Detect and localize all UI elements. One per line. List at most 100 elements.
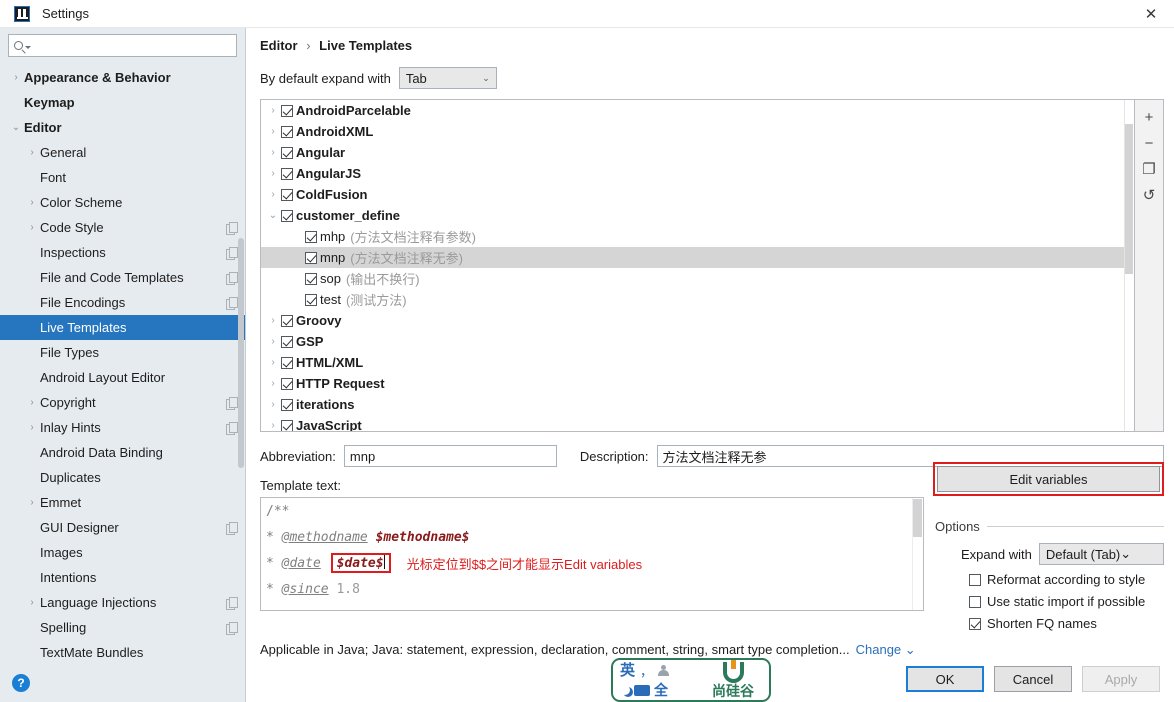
copy-settings-icon[interactable] [226, 272, 238, 285]
chevron-right-icon[interactable]: › [24, 597, 40, 608]
option-checkbox[interactable] [969, 573, 981, 586]
template-checkbox[interactable] [281, 209, 293, 222]
template-checkbox[interactable] [305, 293, 317, 306]
option-reformat-according-to-style[interactable]: Reformat according to style [935, 572, 1164, 587]
ime-mode-toggle[interactable]: 英 [620, 663, 635, 678]
cancel-button[interactable]: Cancel [994, 666, 1072, 692]
sidebar-item-code-style[interactable]: › Code Style [0, 215, 245, 240]
sidebar-item-appearance-behavior[interactable]: › Appearance & Behavior [0, 65, 245, 90]
sidebar-scrollbar[interactable] [238, 238, 244, 468]
template-checkbox[interactable] [281, 125, 293, 138]
sidebar-item-editor[interactable]: ⌄ Editor [0, 115, 245, 140]
chevron-right-icon[interactable]: › [265, 189, 281, 200]
chevron-right-icon[interactable]: › [24, 397, 40, 408]
chevron-right-icon[interactable]: › [265, 378, 281, 389]
sidebar-item-android-data-binding[interactable]: Android Data Binding [0, 440, 245, 465]
edit-variables-button[interactable]: Edit variables [937, 466, 1160, 492]
template-checkbox[interactable] [305, 230, 317, 243]
sidebar-item-keymap[interactable]: Keymap [0, 90, 245, 115]
copy-settings-icon[interactable] [226, 422, 238, 435]
sidebar-item-textmate-bundles[interactable]: TextMate Bundles [0, 640, 245, 665]
chevron-right-icon[interactable]: › [265, 357, 281, 368]
template-checkbox[interactable] [281, 314, 293, 327]
template-tree-row[interactable]: test (测试方法) [261, 289, 1134, 310]
template-checkbox[interactable] [281, 419, 293, 431]
template-checkbox[interactable] [305, 251, 317, 264]
option-checkbox[interactable] [969, 595, 981, 608]
search-input[interactable] [8, 34, 237, 57]
chevron-right-icon[interactable]: › [265, 105, 281, 116]
sidebar-item-intentions[interactable]: Intentions [0, 565, 245, 590]
sidebar-item-inlay-hints[interactable]: › Inlay Hints [0, 415, 245, 440]
template-tree-scrollbar[interactable] [1124, 100, 1134, 431]
sidebar-item-language-injections[interactable]: › Language Injections [0, 590, 245, 615]
template-tree-row[interactable]: mhp (方法文档注释有参数) [261, 226, 1134, 247]
ok-button[interactable]: OK [906, 666, 984, 692]
chevron-right-icon[interactable]: › [265, 126, 281, 137]
template-checkbox[interactable] [281, 335, 293, 348]
sidebar-item-inspections[interactable]: Inspections [0, 240, 245, 265]
sidebar-item-android-layout-editor[interactable]: Android Layout Editor [0, 365, 245, 390]
template-tree-row[interactable]: › ColdFusion [261, 184, 1134, 205]
sidebar-item-duplicates[interactable]: Duplicates [0, 465, 245, 490]
ime-punctuation-toggle[interactable]: ， [640, 661, 653, 680]
chevron-right-icon[interactable]: › [265, 147, 281, 158]
chevron-right-icon[interactable]: › [24, 422, 40, 433]
template-checkbox[interactable] [281, 356, 293, 369]
chevron-right-icon[interactable]: › [24, 222, 40, 233]
close-icon[interactable]: ✕ [1128, 0, 1174, 28]
chevron-right-icon[interactable]: › [265, 168, 281, 179]
template-tree-row[interactable]: › HTTP Request [261, 373, 1134, 394]
ime-toolbar[interactable]: 英 ， 全 尚硅谷 [611, 658, 771, 702]
editor-scroll-thumb[interactable] [913, 499, 922, 537]
sidebar-item-color-scheme[interactable]: › Color Scheme [0, 190, 245, 215]
chevron-right-icon[interactable]: › [24, 497, 40, 508]
change-link[interactable]: Change ⌄ [856, 642, 916, 657]
template-checkbox[interactable] [281, 188, 293, 201]
breadcrumb-parent[interactable]: Editor [260, 38, 298, 53]
option-checkbox[interactable] [969, 617, 981, 630]
copy-settings-icon[interactable] [226, 397, 238, 410]
user-icon[interactable] [658, 664, 670, 676]
chevron-right-icon[interactable]: › [265, 399, 281, 410]
template-tree-row[interactable]: › AndroidParcelable [261, 100, 1134, 121]
template-tree-row[interactable]: › Groovy [261, 310, 1134, 331]
chevron-right-icon[interactable]: › [8, 72, 24, 83]
sidebar-item-copyright[interactable]: › Copyright [0, 390, 245, 415]
sidebar-item-images[interactable]: Images [0, 540, 245, 565]
expand-with-select[interactable]: Default (Tab) ⌄ [1038, 543, 1164, 565]
sidebar-item-spelling[interactable]: Spelling [0, 615, 245, 640]
template-tree-row[interactable]: › Angular [261, 142, 1134, 163]
sidebar-item-file-types[interactable]: File Types [0, 340, 245, 365]
template-tree-row[interactable]: › GSP [261, 331, 1134, 352]
template-tree-row[interactable]: ⌄ customer_define [261, 205, 1134, 226]
sidebar-item-general[interactable]: › General [0, 140, 245, 165]
moon-icon[interactable] [620, 685, 630, 695]
template-checkbox[interactable] [281, 398, 293, 411]
option-use-static-import-if-possible[interactable]: Use static import if possible [935, 594, 1164, 609]
template-checkbox[interactable] [281, 167, 293, 180]
sidebar-item-emmet[interactable]: › Emmet [0, 490, 245, 515]
abbreviation-input[interactable]: mnp [343, 445, 557, 467]
sidebar-item-file-and-code-templates[interactable]: File and Code Templates [0, 265, 245, 290]
chevron-right-icon[interactable]: › [265, 420, 281, 431]
template-tree-row[interactable]: sop (输出不换行) [261, 268, 1134, 289]
minus-icon[interactable]: − [1135, 130, 1163, 156]
default-expand-select[interactable]: Tab ⌄ [398, 67, 497, 89]
ime-width-toggle[interactable]: 全 [654, 683, 668, 697]
copy-settings-icon[interactable] [226, 247, 238, 260]
template-tree-row[interactable]: › HTML/XML [261, 352, 1134, 373]
template-tree-row[interactable]: › JavaScript [261, 415, 1134, 431]
sidebar-item-live-templates[interactable]: Live Templates [0, 315, 245, 340]
template-text-editor[interactable]: /** * @methodname $methodname$ * @date $… [260, 497, 924, 611]
chevron-down-icon[interactable]: ⌄ [8, 122, 24, 133]
option-shorten-fq-names[interactable]: Shorten FQ names [935, 616, 1164, 631]
template-tree-row[interactable]: › iterations [261, 394, 1134, 415]
sidebar-item-gui-designer[interactable]: GUI Designer [0, 515, 245, 540]
copy-settings-icon[interactable] [226, 522, 238, 535]
template-checkbox[interactable] [281, 146, 293, 159]
chevron-right-icon[interactable]: › [265, 315, 281, 326]
template-checkbox[interactable] [281, 104, 293, 117]
help-button[interactable]: ? [12, 674, 30, 692]
chevron-right-icon[interactable]: › [24, 147, 40, 158]
